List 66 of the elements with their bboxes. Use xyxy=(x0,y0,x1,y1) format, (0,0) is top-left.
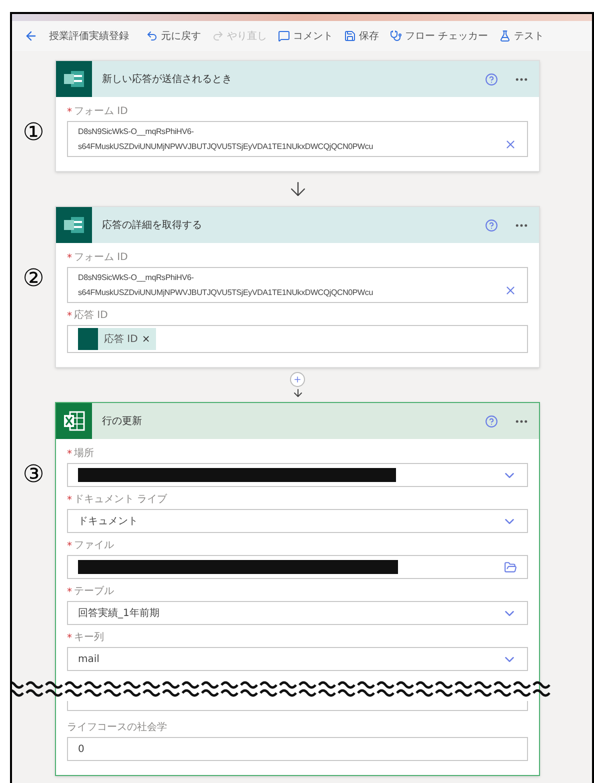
card-title: 行の更新 xyxy=(102,414,143,428)
redo-icon xyxy=(212,30,224,42)
form-id-field[interactable]: D8sN9SicWkS-O__mqRsPhiHV6- s64FMuskUSZDviUNUMjNPWVJBUTJQVU5TSjEyVDA1TE1NUkxDWCQjQCN0PWcu xyxy=(67,267,528,303)
flow-title: 授業評価実績登録 xyxy=(49,30,129,44)
token-field[interactable]: 応答 ID × xyxy=(67,325,528,353)
dropdown-field[interactable]: mail xyxy=(67,647,528,671)
required-mark: * xyxy=(67,106,72,120)
required-mark: * xyxy=(67,252,72,266)
required-mark: * xyxy=(67,448,72,462)
undo-icon xyxy=(146,30,158,42)
required-mark: * xyxy=(67,540,72,554)
save-button[interactable]: 保存 xyxy=(344,28,379,44)
field-label: テーブル xyxy=(74,587,114,597)
back-icon[interactable] xyxy=(24,29,38,43)
token-chip[interactable]: 応答 ID × xyxy=(78,328,156,350)
folder-icon xyxy=(504,560,517,574)
comment-icon xyxy=(278,30,290,42)
help-icon[interactable] xyxy=(485,218,498,232)
dropdown-field[interactable] xyxy=(67,463,528,487)
field-value: 0 xyxy=(78,742,84,756)
field-label: ライフコースの社会学 xyxy=(67,723,167,733)
clear-icon[interactable] xyxy=(504,284,517,297)
checker-icon xyxy=(390,30,402,42)
field-label: キー列 xyxy=(74,633,104,643)
step-number: ① xyxy=(22,120,44,144)
test-button[interactable]: テスト xyxy=(499,28,544,44)
field-label: フォーム ID xyxy=(74,107,128,117)
required-mark: * xyxy=(67,632,72,646)
undo-button[interactable]: 元に戻す xyxy=(146,28,201,44)
field-label: 場所 xyxy=(74,449,94,459)
field-label: 応答 ID xyxy=(74,311,108,321)
field-label: ドキュメント ライブ xyxy=(74,495,168,505)
field-value: ドキュメント xyxy=(78,514,138,528)
help-icon[interactable] xyxy=(485,414,498,428)
required-mark: * xyxy=(67,310,72,324)
step-number: ② xyxy=(22,266,44,290)
field-value: s64FMuskUSZDviUNUMjNPWVJBUTJQVU5TSjEyVDA1TE1NUkxDWCQjQCN0PWcu xyxy=(78,141,374,152)
add-step-button[interactable] xyxy=(290,372,305,386)
flow-checker-button[interactable]: フロー チェッカー xyxy=(390,28,488,44)
file-picker-field[interactable] xyxy=(67,555,528,579)
field-label: フォーム ID xyxy=(74,253,128,263)
field-value: D8sN9SicWkS-O__mqRsPhiHV6- xyxy=(78,272,195,283)
input-field[interactable] xyxy=(67,701,528,711)
card-title: 応答の詳細を取得する xyxy=(102,218,203,232)
required-mark: * xyxy=(67,494,72,508)
field-value: mail xyxy=(78,652,100,666)
form-id-field[interactable]: D8sN9SicWkS-O__mqRsPhiHV6- s64FMuskUSZDviUNUMjNPWVJBUTJQVU5TSjEyVDA1TE1NUkxDWCQjQCN0PWcu xyxy=(67,121,528,157)
arrow-down-icon xyxy=(292,386,304,398)
plus-icon xyxy=(293,374,302,384)
field-value: s64FMuskUSZDviUNUMjNPWVJBUTJQVU5TSjEyVDA1TE1NUkxDWCQjQCN0PWcu xyxy=(78,287,374,298)
token-label: 応答 ID xyxy=(104,332,138,346)
field-value: 回答実績_1年前期 xyxy=(78,606,160,620)
field-value: D8sN9SicWkS-O__mqRsPhiHV6- xyxy=(78,126,195,137)
input-field[interactable]: 0 xyxy=(67,737,528,761)
token-remove-button[interactable]: × xyxy=(142,332,150,346)
test-icon xyxy=(499,30,512,42)
dropdown-field[interactable]: ドキュメント xyxy=(67,509,528,533)
required-mark: * xyxy=(67,586,72,600)
step-number: ③ xyxy=(22,462,44,486)
help-icon[interactable] xyxy=(485,72,498,86)
card-title: 新しい応答が送信されるとき xyxy=(102,72,233,86)
field-label: ファイル xyxy=(74,541,114,551)
save-icon xyxy=(344,30,356,42)
dropdown-field[interactable]: 回答実績_1年前期 xyxy=(67,601,528,625)
comment-button[interactable]: コメント xyxy=(278,28,333,44)
clear-icon[interactable] xyxy=(504,138,517,151)
